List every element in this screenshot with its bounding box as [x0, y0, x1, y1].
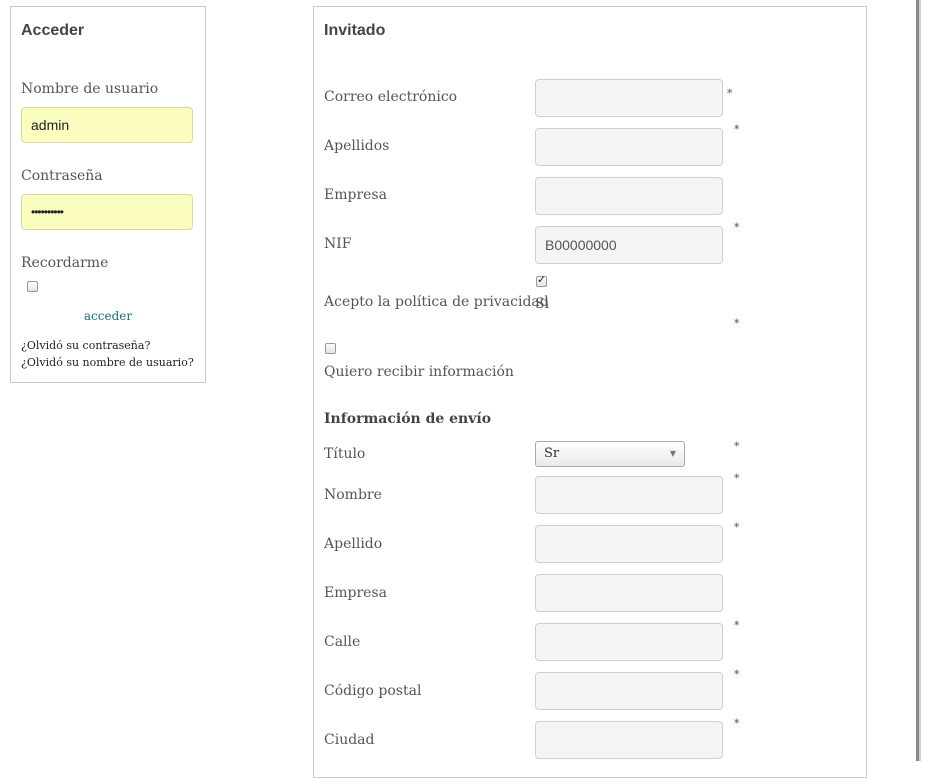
- chevron-down-icon: ▼: [669, 449, 676, 458]
- privacy-label: Acepto la política de privacidad: [324, 294, 549, 310]
- login-panel: Acceder Nombre de usuario admin Contrase…: [10, 6, 206, 383]
- shipping-section-title: Información de envío: [324, 411, 492, 427]
- surname-required-mark: *: [734, 123, 740, 136]
- password-input[interactable]: ••••••••••: [21, 194, 193, 230]
- last-name-field[interactable]: [535, 525, 723, 563]
- nif-required-mark: *: [734, 221, 740, 234]
- title-required-mark: *: [734, 440, 740, 453]
- company-label: Empresa: [324, 187, 387, 203]
- surname-label: Apellidos: [324, 138, 390, 154]
- title-select[interactable]: Sr ▼: [535, 441, 685, 467]
- window-edge-shadow-light: [919, 0, 921, 761]
- street-required-mark: *: [734, 619, 740, 632]
- title-select-value: Sr: [544, 446, 560, 461]
- postal-code-label: Código postal: [324, 683, 422, 699]
- company-field[interactable]: [535, 177, 723, 215]
- city-label: Ciudad: [324, 732, 375, 748]
- postal-code-field[interactable]: [535, 672, 723, 710]
- street-label: Calle: [324, 634, 361, 650]
- privacy-checkbox[interactable]: [536, 273, 547, 287]
- guest-title: Invitado: [324, 22, 386, 39]
- newsletter-label: Quiero recibir información: [324, 364, 514, 380]
- city-field[interactable]: [535, 721, 723, 759]
- email-field[interactable]: [535, 79, 723, 117]
- guest-panel: Invitado Correo electrónico * Apellidos …: [313, 6, 867, 778]
- remember-label: Recordarme: [21, 255, 109, 271]
- username-input[interactable]: admin: [21, 107, 193, 143]
- city-required-mark: *: [734, 717, 740, 730]
- shipping-company-label: Empresa: [324, 585, 387, 601]
- login-title: Acceder: [21, 22, 85, 39]
- postal-code-required-mark: *: [734, 668, 740, 681]
- surname-field[interactable]: [535, 128, 723, 166]
- username-label: Nombre de usuario: [21, 81, 159, 97]
- first-name-label: Nombre: [324, 487, 382, 503]
- first-name-required-mark: *: [734, 472, 740, 485]
- shipping-company-field[interactable]: [535, 574, 723, 612]
- login-button[interactable]: acceder: [11, 309, 205, 323]
- forgot-username-link[interactable]: ¿Olvidó su nombre de usuario?: [21, 356, 194, 369]
- nif-field[interactable]: B00000000: [535, 226, 723, 264]
- first-name-field[interactable]: [535, 476, 723, 514]
- last-name-label: Apellido: [324, 536, 383, 552]
- privacy-checkbox-text: Si: [535, 296, 550, 312]
- title-label: Título: [324, 446, 366, 462]
- nif-label: NIF: [324, 236, 352, 252]
- remember-checkbox[interactable]: [27, 281, 38, 292]
- privacy-required-mark: *: [734, 317, 740, 330]
- email-label: Correo electrónico: [324, 89, 458, 105]
- newsletter-checkbox[interactable]: [325, 343, 336, 354]
- last-name-required-mark: *: [734, 521, 740, 534]
- forgot-password-link[interactable]: ¿Olvidó su contraseña?: [21, 339, 150, 352]
- email-required-mark: *: [727, 87, 733, 100]
- password-label: Contraseña: [21, 168, 103, 184]
- street-field[interactable]: [535, 623, 723, 661]
